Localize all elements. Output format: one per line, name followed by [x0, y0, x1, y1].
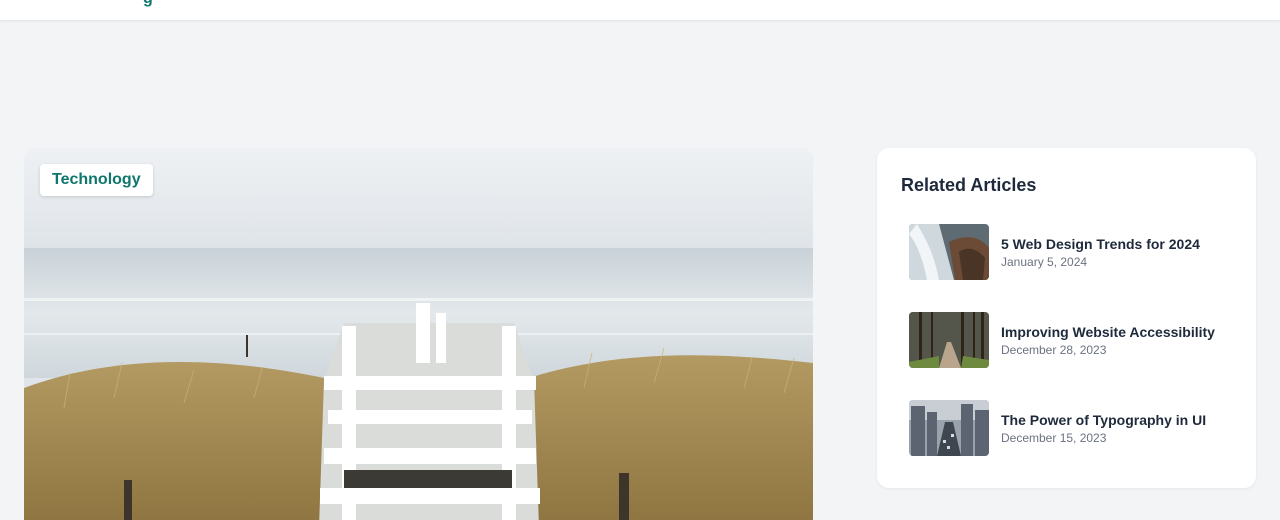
- related-article-item[interactable]: The Power of Typography in UI December 1…: [909, 400, 1229, 456]
- related-article-date: December 15, 2023: [1001, 431, 1107, 445]
- related-article-title[interactable]: 5 Web Design Trends for 2024: [1001, 236, 1200, 252]
- waterfall-image[interactable]: [909, 224, 989, 280]
- related-articles-card: Related Articles 5 Web Design Trends for…: [877, 148, 1256, 488]
- related-article-date: January 5, 2024: [1001, 255, 1088, 269]
- related-article-title[interactable]: The Power of Typography in UI: [1001, 412, 1206, 428]
- featured-article-image[interactable]: [24, 148, 813, 520]
- related-article-title[interactable]: Improving Website Accessibility: [1001, 324, 1215, 340]
- related-articles-heading: Related Articles: [901, 175, 1037, 195]
- beach-boardwalk-image: [24, 148, 813, 520]
- related-article-item[interactable]: 5 Web Design Trends for 2024 January 5, …: [909, 224, 1229, 280]
- related-article-date: December 28, 2023: [1001, 343, 1107, 357]
- site-header: g: [0, 0, 1280, 20]
- site-logo[interactable]: g: [143, 0, 153, 7]
- related-article-item[interactable]: Improving Website Accessibility December…: [909, 312, 1229, 368]
- city-street-image[interactable]: [909, 400, 989, 456]
- forest-road-image[interactable]: [909, 312, 989, 368]
- category-tag[interactable]: Technology: [40, 164, 153, 196]
